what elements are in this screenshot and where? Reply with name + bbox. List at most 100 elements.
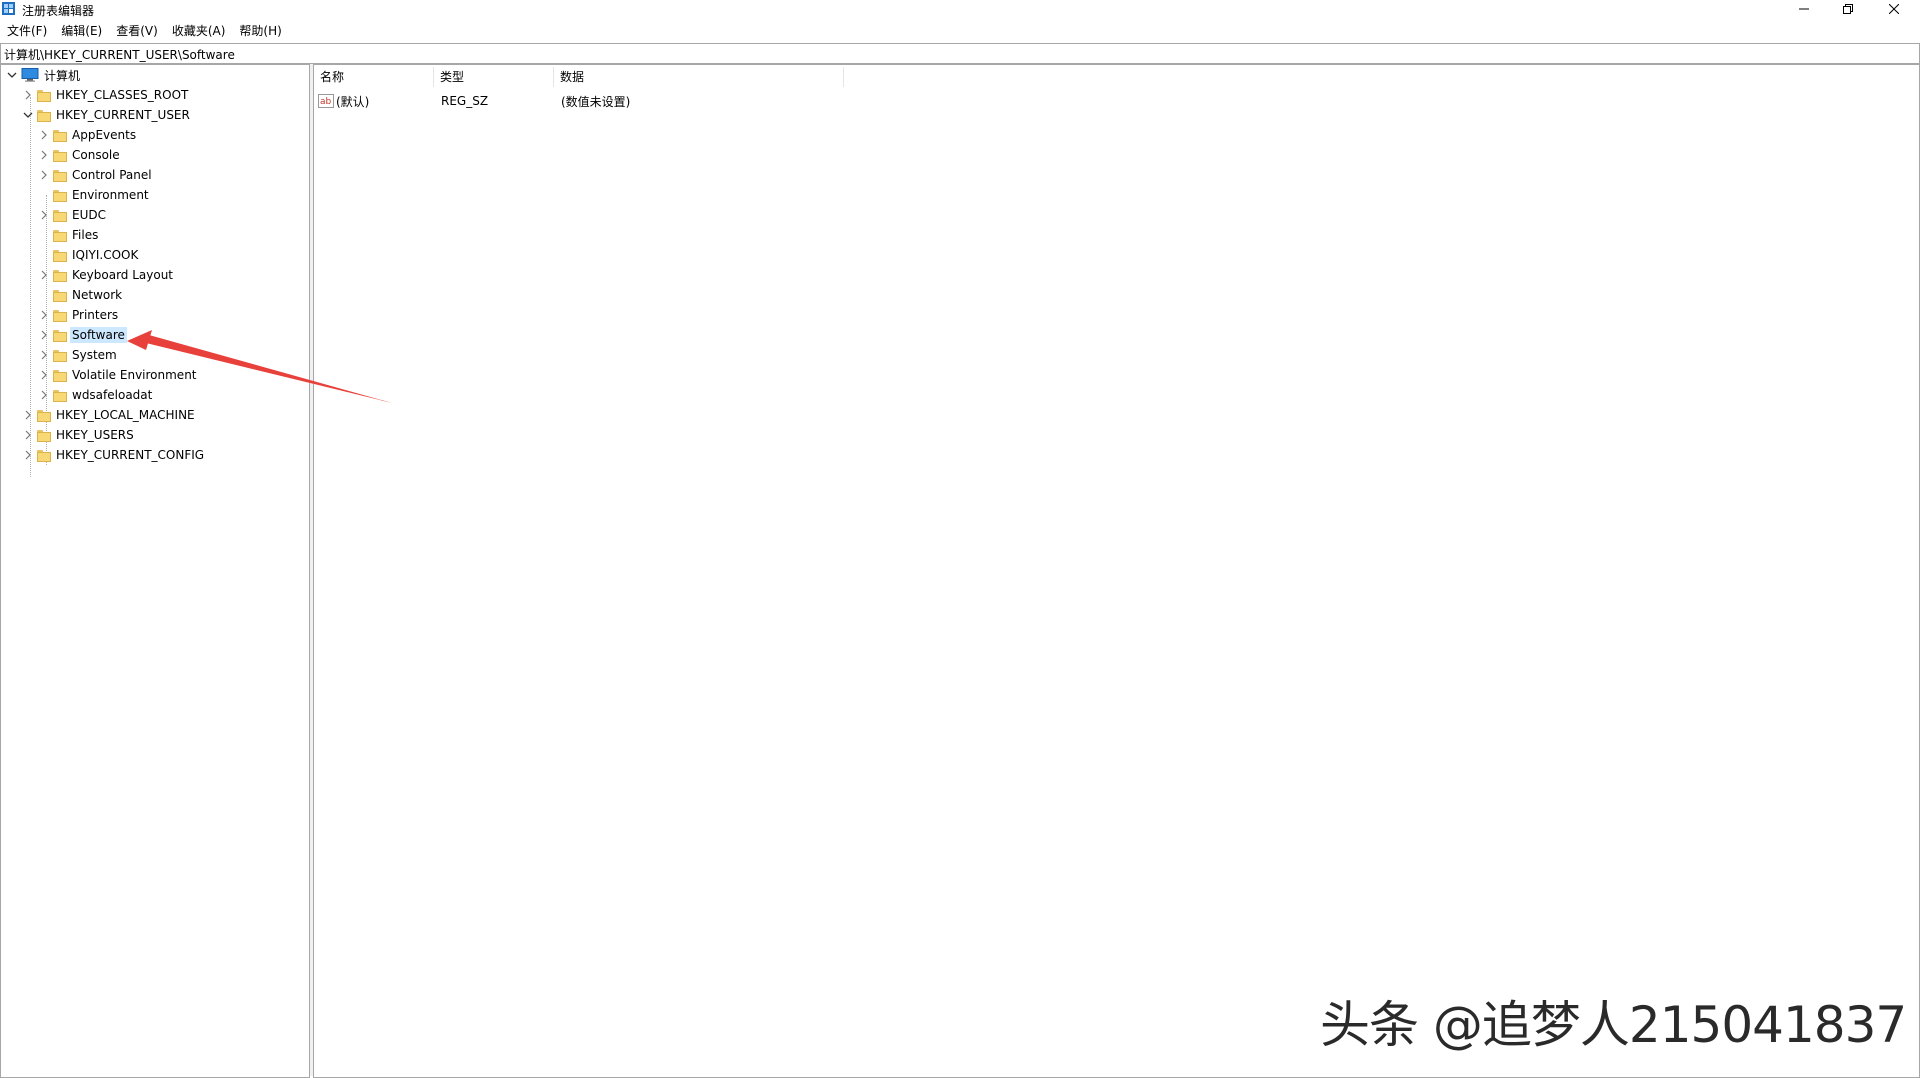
folder-icon <box>53 169 67 182</box>
tree-node-label: Keyboard Layout <box>72 268 174 282</box>
registry-editor-icon <box>2 2 15 15</box>
window-title: 注册表编辑器 <box>22 4 95 18</box>
chevron-right-icon[interactable] <box>37 348 51 362</box>
tree-node-software[interactable]: Software <box>37 325 127 345</box>
tree-node-label: Environment <box>72 188 149 202</box>
chevron-right-icon[interactable] <box>37 208 51 222</box>
values-list-pane[interactable]: 名称 类型 数据 ab (默认) REG_SZ (数值未设置) <box>313 64 1920 1078</box>
tree-node-console[interactable]: Console <box>37 145 122 165</box>
tree-node-label: Console <box>72 148 120 162</box>
tree-node-control-panel[interactable]: Control Panel <box>37 165 154 185</box>
menu-bar: 文件(F) 编辑(E) 查看(V) 收藏夹(A) 帮助(H) <box>0 20 1920 42</box>
folder-icon <box>37 409 51 422</box>
folder-icon <box>53 209 67 222</box>
tree-node-label: HKEY_CURRENT_USER <box>56 108 190 122</box>
folder-icon <box>53 149 67 162</box>
close-button[interactable] <box>1872 0 1916 18</box>
string-value-icon: ab <box>318 94 334 108</box>
restore-button[interactable] <box>1826 0 1870 18</box>
folder-icon <box>37 429 51 442</box>
chevron-right-icon[interactable] <box>21 448 35 462</box>
tree-node-label: Printers <box>72 308 119 322</box>
folder-icon <box>53 129 67 142</box>
tree-node-wdsafeloadat[interactable]: wdsafeloadat <box>37 385 154 405</box>
tree-node-iqiyi-cook[interactable]: IQIYI.COOK <box>37 245 140 265</box>
chevron-right-icon[interactable] <box>21 88 35 102</box>
chevron-down-icon[interactable] <box>5 68 19 82</box>
chevron-right-icon[interactable] <box>37 168 51 182</box>
tree-node-label: 计算机 <box>44 68 81 83</box>
tree-node-system[interactable]: System <box>37 345 119 365</box>
folder-icon <box>53 229 67 242</box>
folder-icon <box>53 309 67 322</box>
menu-favorites[interactable]: 收藏夹(A) <box>165 21 233 41</box>
svg-text:ab: ab <box>320 97 332 107</box>
chevron-right-icon[interactable] <box>37 388 51 402</box>
tree-node-appevents[interactable]: AppEvents <box>37 125 138 145</box>
menu-file[interactable]: 文件(F) <box>0 21 54 41</box>
column-header-name[interactable]: 名称 <box>314 67 434 87</box>
tree-node-hkey-current-user[interactable]: HKEY_CURRENT_USER <box>21 105 192 125</box>
address-path: 计算机\HKEY_CURRENT_USER\Software <box>4 48 235 62</box>
tree-node-environment[interactable]: Environment <box>37 185 151 205</box>
tree-node-label: HKEY_LOCAL_MACHINE <box>56 408 195 422</box>
close-icon <box>1889 4 1899 14</box>
tree-node-label: HKEY_CLASSES_ROOT <box>56 88 189 102</box>
tree-node-label: HKEY_USERS <box>56 428 134 442</box>
computer-icon <box>21 68 39 82</box>
tree-node-hkey-users[interactable]: HKEY_USERS <box>21 425 136 445</box>
tree-pane[interactable]: 计算机 HKEY_CLASSES_ROOT HKEY_CURRENT_USER … <box>0 64 310 1078</box>
tree-node-label: Software <box>70 327 127 343</box>
title-bar: 注册表编辑器 <box>0 0 1920 20</box>
chevron-right-icon[interactable] <box>37 128 51 142</box>
tree-node-label: EUDC <box>72 208 106 222</box>
chevron-right-icon[interactable] <box>21 428 35 442</box>
chevron-right-icon[interactable] <box>37 328 51 342</box>
tree-node-network[interactable]: Network <box>37 285 124 305</box>
tree-node-files[interactable]: Files <box>37 225 100 245</box>
tree-node-hkey-local-machine[interactable]: HKEY_LOCAL_MACHINE <box>21 405 197 425</box>
value-data: (数值未设置) <box>561 94 631 109</box>
address-bar[interactable]: 计算机\HKEY_CURRENT_USER\Software <box>0 43 1920 64</box>
folder-icon <box>37 449 51 462</box>
tree-node-label: HKEY_CURRENT_CONFIG <box>56 448 205 462</box>
menu-edit[interactable]: 编辑(E) <box>54 21 109 41</box>
chevron-right-icon[interactable] <box>37 308 51 322</box>
tree-node-label: Files <box>72 228 99 242</box>
tree-node-label: IQIYI.COOK <box>72 248 139 262</box>
tree-node-label: Control Panel <box>72 168 152 182</box>
value-name: (默认) <box>336 94 370 109</box>
tree-node-label: System <box>72 348 117 362</box>
chevron-right-icon[interactable] <box>37 148 51 162</box>
folder-icon <box>53 189 67 202</box>
column-header-type[interactable]: 类型 <box>434 67 554 87</box>
watermark-text: 头条 @追梦人215041837 <box>1320 996 1907 1054</box>
tree-node-computer[interactable]: 计算机 <box>5 65 82 85</box>
tree-node-volatile-environment[interactable]: Volatile Environment <box>37 365 199 385</box>
tree-node-label: wdsafeloadat <box>72 388 153 402</box>
folder-icon <box>37 89 51 102</box>
folder-icon <box>53 329 67 342</box>
column-header-data[interactable]: 数据 <box>554 67 844 87</box>
folder-icon <box>37 109 51 122</box>
tree-node-label: AppEvents <box>72 128 137 142</box>
folder-icon <box>53 269 67 282</box>
tree-node-keyboard-layout[interactable]: Keyboard Layout <box>37 265 175 285</box>
chevron-down-icon[interactable] <box>21 108 35 122</box>
value-row-default[interactable]: ab (默认) REG_SZ (数值未设置) <box>314 91 874 111</box>
tree-node-eudc[interactable]: EUDC <box>37 205 108 225</box>
tree-node-label: Network <box>72 288 123 302</box>
minimize-button[interactable] <box>1782 0 1826 18</box>
tree-node-hkey-classes-root[interactable]: HKEY_CLASSES_ROOT <box>21 85 190 105</box>
chevron-right-icon[interactable] <box>37 268 51 282</box>
tree-node-hkey-current-config[interactable]: HKEY_CURRENT_CONFIG <box>21 445 206 465</box>
chevron-right-icon[interactable] <box>21 408 35 422</box>
menu-help[interactable]: 帮助(H) <box>232 21 288 41</box>
menu-view[interactable]: 查看(V) <box>109 21 165 41</box>
chevron-right-icon[interactable] <box>37 368 51 382</box>
tree-node-printers[interactable]: Printers <box>37 305 120 325</box>
